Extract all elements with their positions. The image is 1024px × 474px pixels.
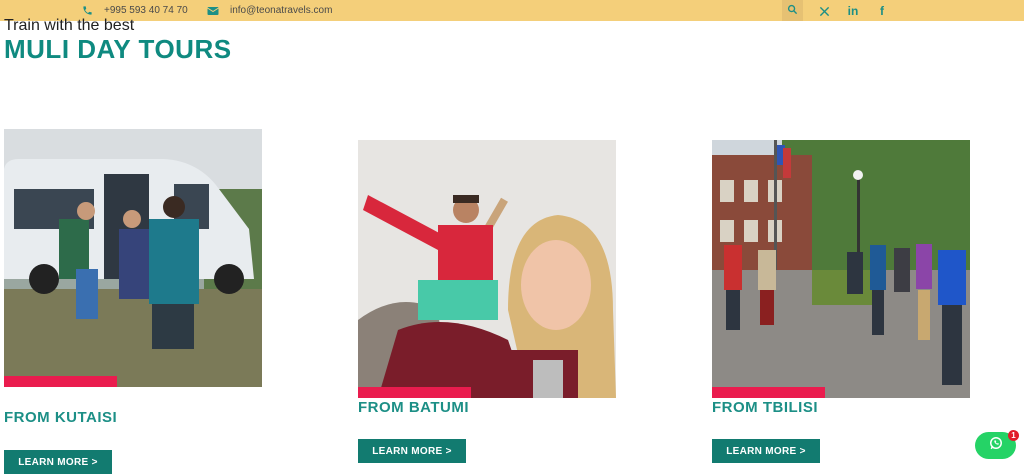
learn-more-button-batumi[interactable]: LEARN MORE > [358,439,466,463]
card-title-tbilisi: FROM TBILISI [712,399,818,416]
tour-photo-tbilisi[interactable] [712,140,970,398]
learn-more-button-kutaisi[interactable]: LEARN MORE > [4,450,112,474]
learn-more-button-tbilisi[interactable]: LEARN MORE > [712,439,820,463]
card-accent-bar [4,376,117,387]
card-accent-bar [712,387,825,398]
phone-number[interactable]: +995 593 40 74 70 [104,5,188,16]
phone-icon [80,4,94,18]
tour-photo-batumi[interactable] [358,140,616,398]
whatsapp-icon [989,436,1003,455]
section-lead: Train with the best [4,17,135,34]
envelope-icon [206,4,220,18]
x-icon[interactable] [816,3,832,19]
notification-badge: 1 [1008,430,1019,441]
search-icon [787,2,798,20]
card-title-kutaisi: FROM KUTAISI [4,409,118,426]
tour-photo-kutaisi[interactable] [4,129,262,387]
email-address[interactable]: info@teonatravels.com [230,5,332,16]
linkedin-icon[interactable]: in [845,3,861,19]
email-contact[interactable]: info@teonatravels.com [206,0,332,21]
facebook-icon[interactable]: f [874,3,890,19]
search-button[interactable] [782,0,803,21]
top-bar: +995 593 40 74 70 info@teonatravels.com … [0,0,1024,21]
card-title-batumi: FROM BATUMI [358,399,470,416]
card-accent-bar [358,387,471,398]
section-title: MULI DAY TOURS [4,34,232,64]
